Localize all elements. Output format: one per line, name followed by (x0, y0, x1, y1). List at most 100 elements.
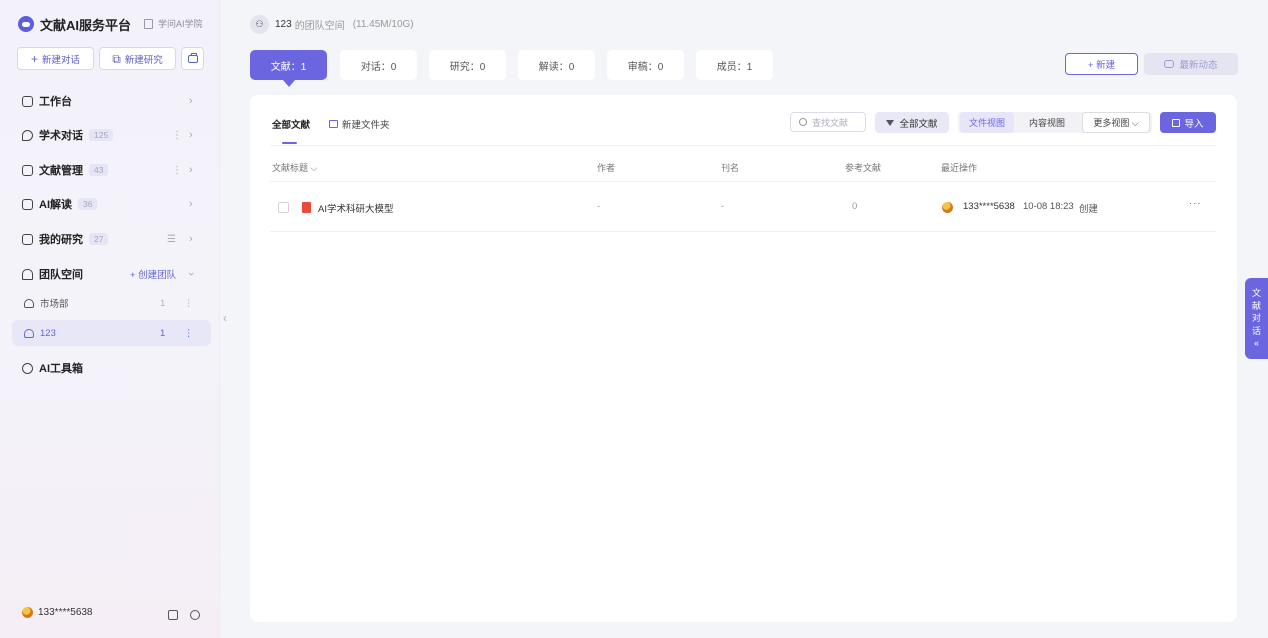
sidebar-item-label: AI解读 (39, 199, 72, 211)
new-research-label: 新建研究 (124, 54, 163, 66)
journal-cell: - (721, 201, 725, 212)
content-view-button[interactable]: 内容视图 (1022, 112, 1072, 133)
team-icon (24, 298, 34, 308)
document-check-icon[interactable] (168, 610, 178, 620)
team-item-123[interactable]: 123 1 ⋮ (12, 320, 211, 346)
more-views-dropdown[interactable]: 更多视图 ⌵ (1082, 112, 1150, 133)
tab-review[interactable]: 审稿：0 (607, 50, 684, 80)
kebab-icon[interactable]: ⋮ (172, 130, 182, 141)
app-title: 文献AI服务平台 (40, 17, 132, 33)
filter-button[interactable]: 全部文献 (875, 112, 949, 133)
kebab-icon[interactable]: ⋮ (184, 328, 194, 339)
app-logo[interactable]: 文献AI服务平台 (18, 14, 131, 34)
column-recent-activity: 最近操作 (941, 163, 978, 173)
author-cell: - (597, 201, 601, 212)
chat-icon (22, 129, 33, 141)
row-checkbox[interactable] (278, 202, 289, 213)
collapse-sidebar-icon[interactable]: ‹ (223, 311, 227, 325)
sidebar-item-label: 团队空间 (39, 269, 83, 281)
sidebar-item-team-space[interactable]: 团队空间 + 创建团队 › (12, 261, 211, 287)
avatar (22, 607, 33, 618)
tab-all-literature[interactable]: 全部文献 (272, 117, 310, 131)
new-chat-button[interactable]: + 新建对话 (17, 47, 94, 70)
operation-action: 创建 (1079, 204, 1099, 215)
file-view-button[interactable]: 文件视图 (960, 112, 1014, 133)
avatar (942, 202, 953, 213)
literature-chat-float-tab[interactable]: 文 献 对 话 « (1245, 278, 1268, 359)
table-row[interactable]: AI学术科研大模型 - - 0 133****5638 10-08 18:23 … (270, 182, 1216, 232)
kebab-icon[interactable]: ⋮ (172, 165, 182, 176)
search-icon (799, 118, 807, 126)
count-badge: 27 (89, 233, 109, 245)
operator-name: 133****5638 (963, 201, 1015, 212)
book-icon (144, 18, 153, 29)
chevron-right-icon: › (189, 95, 193, 107)
chevron-right-icon: › (189, 129, 193, 141)
sidebar-item-workbench[interactable]: 工作台 › (12, 88, 211, 114)
chevron-right-icon: › (189, 164, 193, 176)
document-icon (22, 198, 33, 210)
new-folder-label: 新建文件夹 (342, 120, 390, 131)
create-team-button[interactable]: + 创建团队 (130, 267, 176, 281)
chevron-down-icon[interactable]: › (185, 272, 197, 276)
briefcase-icon (187, 52, 198, 63)
sidebar-item-ai-toolbox[interactable]: AI工具箱 (12, 355, 211, 381)
team-header: ⚇ 123 的团队空间 (11.45M/10G) (250, 15, 414, 34)
search-input[interactable]: 查找文献 (790, 112, 866, 132)
team-icon (24, 328, 34, 338)
sidebar-item-ai-interpret[interactable]: AI解读 36 › (12, 191, 211, 217)
new-chat-label: 新建对话 (42, 54, 81, 66)
count-badge: 36 (78, 198, 98, 210)
more-icon[interactable] (190, 610, 200, 620)
import-button[interactable]: 导入 (1160, 112, 1216, 133)
sidebar-item-literature[interactable]: 文献管理 43 ⋮ › (12, 157, 211, 183)
sidebar-item-label: 我的研究 (39, 234, 83, 246)
new-research-button[interactable]: ⧉ 新建研究 (99, 47, 176, 70)
message-icon (1164, 60, 1175, 68)
research-icon: ⧉ (112, 51, 121, 66)
team-member-count: 1 (160, 297, 166, 309)
literature-panel: 全部文献 新建文件夹 查找文献 全部文献 文件视图 内容视图 更多视图 ⌵ 导入… (250, 95, 1237, 622)
tab-literature[interactable]: 文献：1 (250, 50, 327, 87)
tab-research[interactable]: 研究：0 (429, 50, 506, 80)
team-item-marketing[interactable]: 市场部 1 ⋮ (12, 290, 211, 316)
references-cell: 0 (852, 201, 858, 212)
sidebar: 文献AI服务平台 学问AI学院 + 新建对话 ⧉ 新建研究 工作台 › 学术对话… (0, 0, 220, 638)
home-icon (22, 95, 33, 107)
sidebar-item-academic-chat[interactable]: 学术对话 125 ⋮ › (12, 122, 211, 148)
academy-link[interactable]: 学问AI学院 (144, 17, 203, 30)
team-name: 123 (275, 19, 292, 30)
sidebar-item-label: 文献管理 (39, 165, 83, 177)
column-references: 参考文献 (845, 163, 882, 173)
list-icon[interactable]: ☰ (167, 234, 176, 245)
research-icon (22, 233, 33, 245)
row-more-icon[interactable]: ··· (1189, 198, 1202, 209)
latest-news-button[interactable]: 最新动态 (1144, 53, 1238, 75)
literature-title[interactable]: AI学术科研大模型 (318, 201, 393, 215)
float-tab-char: 献 (1251, 300, 1261, 311)
tab-interpret[interactable]: 解读：0 (518, 50, 595, 80)
team-suffix: 的团队空间 (294, 21, 345, 32)
team-icon: ⚇ (250, 15, 269, 34)
tab-chat[interactable]: 对话：0 (340, 50, 417, 80)
team-member-count: 1 (160, 327, 166, 339)
team-item-label: 市场部 (40, 299, 69, 310)
user-phone: 133****5638 (38, 607, 93, 618)
new-folder-button[interactable]: 新建文件夹 (329, 117, 390, 131)
sidebar-item-my-research[interactable]: 我的研究 27 ☰ › (12, 226, 211, 252)
new-button[interactable]: + 新建 (1065, 53, 1138, 75)
tab-members[interactable]: 成员：1 (696, 50, 773, 80)
pdf-icon (302, 202, 311, 213)
sidebar-item-label: AI工具箱 (39, 363, 83, 375)
kebab-icon[interactable]: ⋮ (184, 298, 194, 309)
column-title[interactable]: 文献标题 ⌵ (272, 161, 317, 174)
sidebar-item-label: 工作台 (39, 96, 72, 108)
count-badge: 43 (89, 164, 109, 176)
filter-icon (886, 119, 895, 126)
sidebar-item-label: 学术对话 (39, 130, 83, 142)
team-item-label: 123 (40, 327, 56, 339)
user-profile[interactable]: 133****5638 (22, 607, 93, 618)
count-badge: 125 (89, 129, 114, 141)
toolbox-button[interactable] (181, 47, 204, 70)
archive-icon (22, 164, 33, 176)
